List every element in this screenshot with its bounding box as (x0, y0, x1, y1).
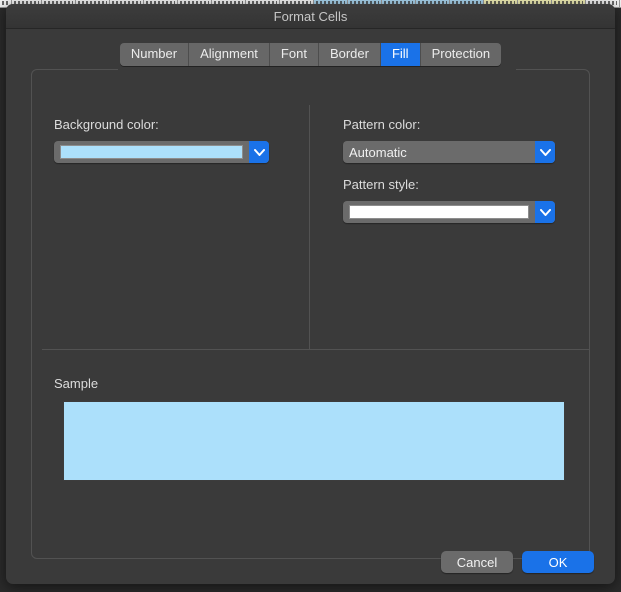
horizontal-divider (42, 349, 590, 350)
tab-font[interactable]: Font (269, 43, 319, 66)
pattern-color-value-text: Automatic (349, 144, 407, 160)
background-color-swatch (60, 145, 243, 159)
ok-button[interactable]: OK (522, 551, 594, 573)
tab-fill[interactable]: Fill (380, 43, 421, 66)
chevron-down-icon[interactable] (535, 201, 555, 223)
sample-label: Sample (54, 376, 99, 391)
tab-protection[interactable]: Protection (420, 43, 502, 66)
vertical-divider (309, 105, 310, 350)
tab-alignment[interactable]: Alignment (189, 43, 270, 66)
format-cells-dialog: Format Cells Number Alignment Font Borde… (6, 4, 615, 584)
pattern-color-value: Automatic (343, 141, 535, 163)
cancel-button[interactable]: Cancel (441, 551, 513, 573)
background-color-dropdown[interactable] (54, 141, 269, 163)
dialog-buttons: Cancel OK (441, 551, 594, 573)
dialog-titlebar: Format Cells (6, 4, 615, 29)
pattern-style-dropdown[interactable] (343, 201, 555, 223)
background-color-label: Background color: (54, 117, 159, 132)
dialog-title: Format Cells (273, 8, 348, 24)
tab-number[interactable]: Number (119, 43, 190, 66)
chevron-down-icon[interactable] (249, 141, 269, 163)
sample-preview (63, 401, 565, 481)
chevron-down-icon[interactable] (535, 141, 555, 163)
tab-bar: Number Alignment Font Border Fill Protec… (6, 43, 615, 66)
tab-list: Number Alignment Font Border Fill Protec… (119, 43, 502, 66)
tab-border[interactable]: Border (318, 43, 381, 66)
dialog-body: Number Alignment Font Border Fill Protec… (6, 29, 615, 584)
pattern-style-swatch (349, 205, 529, 219)
background-color-value (54, 141, 249, 163)
pattern-color-label: Pattern color: (343, 117, 421, 132)
pattern-color-dropdown[interactable]: Automatic (343, 141, 555, 163)
pattern-style-label: Pattern style: (343, 177, 419, 192)
pattern-style-value (343, 201, 535, 223)
